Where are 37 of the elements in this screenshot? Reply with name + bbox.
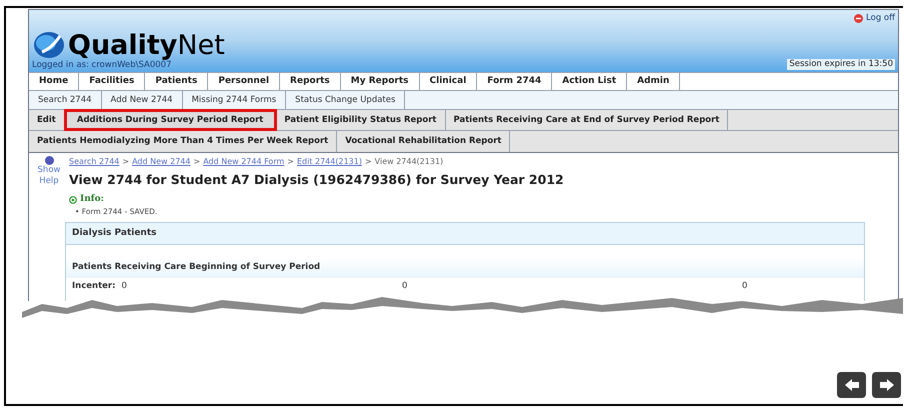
log-off-link[interactable]: Log off xyxy=(854,12,895,25)
field-value: 0 xyxy=(402,280,408,292)
panel-title: Dialysis Patients xyxy=(66,222,864,245)
right-arrow-icon xyxy=(878,378,894,392)
info-icon xyxy=(69,196,77,204)
logo-icon xyxy=(32,30,66,60)
breadcrumb-link[interactable]: Edit 2744(2131) xyxy=(296,156,362,168)
field-value: 0 xyxy=(742,280,748,292)
next-button[interactable] xyxy=(872,372,901,398)
page-title: View 2744 for Student A7 Dialysis (1962479386) for Survey Year 2012 xyxy=(69,171,565,189)
breadcrumb-link[interactable]: Add New 2744 xyxy=(132,156,190,168)
section-heading: Patients Receiving Care Beginning of Survey Period xyxy=(66,257,864,278)
breadcrumb-separator: > xyxy=(122,156,130,168)
show-help-link[interactable]: Show Help xyxy=(34,165,64,186)
session-timer-text: Session expires in 13:50 xyxy=(787,59,895,70)
breadcrumb-separator: > xyxy=(364,156,372,168)
info-heading: Info: xyxy=(80,192,104,206)
report-tab[interactable]: Vocational Rehabilitation Report xyxy=(337,131,510,152)
field-value: 0 xyxy=(122,280,127,292)
breadcrumb-link[interactable]: Add New 2744 Form xyxy=(203,156,284,168)
breadcrumb-separator: > xyxy=(193,156,200,168)
logo-text: QualityNet xyxy=(68,32,225,59)
report-tab[interactable]: Patients Receiving Care at End of Survey Period Report xyxy=(446,110,728,130)
subnav-tab[interactable]: Status Change Updates xyxy=(286,91,406,109)
report-tab[interactable]: Patients Hemodialyzing More Than 4 Times Per Week Report xyxy=(29,131,338,152)
field-label: Incenter: xyxy=(72,280,116,292)
breadcrumb-current: View 2744(2131) xyxy=(374,156,444,168)
breadcrumb-separator: > xyxy=(287,156,294,168)
report-tab[interactable]: Additions During Survey Period Report xyxy=(64,110,276,130)
back-button[interactable] xyxy=(837,372,866,398)
help-icon[interactable] xyxy=(44,156,54,165)
logged-in-text: Logged in as: crownWeb\SA0007 xyxy=(32,60,172,71)
left-arrow-icon xyxy=(844,378,860,392)
report-tab[interactable]: Patient Eligibility Status Report xyxy=(276,110,446,130)
log-off-icon xyxy=(854,14,864,23)
nav-tab[interactable]: Clinical xyxy=(420,73,478,90)
breadcrumb-link[interactable]: Search 2744 xyxy=(69,156,120,168)
